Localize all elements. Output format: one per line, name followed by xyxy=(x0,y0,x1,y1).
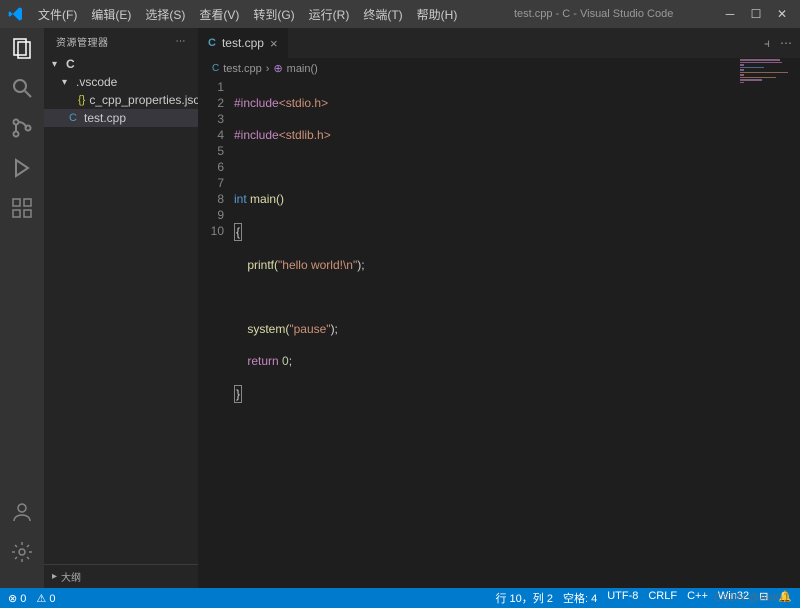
vscode-logo-icon xyxy=(8,6,24,22)
warnings[interactable]: ⚠ 0 xyxy=(36,592,55,605)
extensions-icon[interactable] xyxy=(10,196,34,220)
spaces[interactable]: 空格: 4 xyxy=(563,590,597,606)
tab-test[interactable]: C test.cpp × xyxy=(198,28,289,58)
eol[interactable]: CRLF xyxy=(648,590,677,606)
chevron-right-icon: ▸ xyxy=(52,571,57,582)
source-control-icon[interactable] xyxy=(10,116,34,140)
folder-vscode[interactable]: ▾ .vscode xyxy=(44,73,198,91)
outline-label: 大纲 xyxy=(61,569,81,584)
menu-help[interactable]: 帮助(H) xyxy=(411,4,464,25)
folder-label: C xyxy=(66,57,75,71)
method-icon: ⊕ xyxy=(273,62,282,75)
file-test[interactable]: C test.cpp xyxy=(44,109,198,127)
maximize-button[interactable]: ☐ xyxy=(750,8,762,20)
menu-select[interactable]: 选择(S) xyxy=(139,4,191,25)
close-icon[interactable]: × xyxy=(270,36,278,51)
watermark: CSDN @AbKIT xyxy=(714,592,790,604)
folder-label: .vscode xyxy=(76,75,117,89)
cpp-icon: C xyxy=(212,63,219,74)
encoding[interactable]: UTF-8 xyxy=(607,590,638,606)
cpp-icon: C xyxy=(66,112,80,124)
cursor-pos[interactable]: 行 10，列 2 xyxy=(495,590,552,606)
outline-section[interactable]: ▸ 大纲 xyxy=(44,564,198,588)
menu-file[interactable]: 文件(F) xyxy=(32,4,83,25)
menu-goto[interactable]: 转到(G) xyxy=(247,4,300,25)
explorer-icon[interactable] xyxy=(10,36,34,60)
run-icon[interactable] xyxy=(10,156,34,180)
errors[interactable]: ⊗ 0 xyxy=(8,592,26,605)
line-numbers: 12345678910 xyxy=(198,79,234,588)
editor[interactable]: 12345678910 #include<stdio.h> #include<s… xyxy=(198,79,800,588)
crumb-file: test.cpp xyxy=(223,63,262,75)
cpp-icon: C xyxy=(208,37,216,49)
chevron-down-icon: ▾ xyxy=(62,77,72,88)
split-icon[interactable]: ⫞ xyxy=(764,36,770,51)
json-icon: {} xyxy=(78,94,85,106)
language[interactable]: C++ xyxy=(687,590,708,606)
sidebar-title: 资源管理器 xyxy=(56,34,109,49)
more-icon[interactable]: ⋯ xyxy=(176,36,187,47)
more-icon[interactable]: ⋯ xyxy=(780,36,792,50)
breadcrumb[interactable]: C test.cpp › ⊕ main() xyxy=(198,58,800,79)
tab-label: test.cpp xyxy=(222,36,264,50)
activity-bar xyxy=(0,28,44,588)
crumb-symbol: main() xyxy=(287,63,318,75)
close-button[interactable]: ✕ xyxy=(776,8,788,20)
menubar: 文件(F) 编辑(E) 选择(S) 查看(V) 转到(G) 运行(R) 终端(T… xyxy=(32,4,463,25)
menu-edit[interactable]: 编辑(E) xyxy=(85,4,137,25)
sidebar: 资源管理器 ⋯ ▾ C ▾ .vscode {} c_cpp_propertie… xyxy=(44,28,198,588)
menu-view[interactable]: 查看(V) xyxy=(193,4,245,25)
folder-root[interactable]: ▾ C xyxy=(44,55,198,73)
menu-terminal[interactable]: 终端(T) xyxy=(357,4,408,25)
code-content[interactable]: #include<stdio.h> #include<stdlib.h> int… xyxy=(234,79,800,588)
menu-run[interactable]: 运行(R) xyxy=(303,4,356,25)
chevron-right-icon: › xyxy=(266,63,270,75)
file-properties[interactable]: {} c_cpp_properties.json xyxy=(44,91,198,109)
window-title: test.cpp - C - Visual Studio Code xyxy=(463,8,724,20)
file-label: c_cpp_properties.json xyxy=(89,93,206,107)
gear-icon[interactable] xyxy=(10,540,34,564)
status-bar: ⊗ 0 ⚠ 0 行 10，列 2 空格: 4 UTF-8 CRLF C++ Wi… xyxy=(0,588,800,608)
chevron-down-icon: ▾ xyxy=(52,59,62,70)
minimize-button[interactable]: ─ xyxy=(724,8,736,20)
minimap[interactable] xyxy=(736,58,798,138)
search-icon[interactable] xyxy=(10,76,34,100)
account-icon[interactable] xyxy=(10,500,34,524)
file-label: test.cpp xyxy=(84,111,126,125)
